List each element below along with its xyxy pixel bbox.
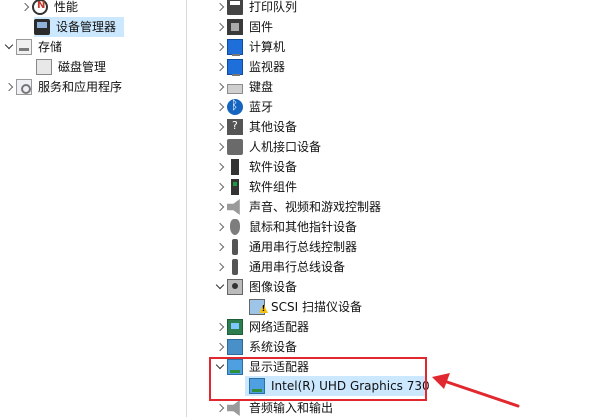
tree-item-bluetooth[interactable]: 蓝牙: [215, 97, 273, 117]
firmware-icon: [227, 19, 243, 35]
tree-item-usb-controllers[interactable]: 通用串行总线控制器: [215, 237, 357, 257]
chevron-right-icon[interactable]: [20, 0, 32, 17]
tree-item-label: 系统设备: [249, 340, 298, 354]
computer-icon: [227, 39, 243, 56]
bluetooth-icon: [227, 98, 243, 115]
tree-item-system-devices[interactable]: 系统设备: [215, 337, 297, 357]
chevron-right-icon[interactable]: [215, 217, 227, 237]
tree-item-label: 键盘: [249, 80, 274, 94]
tree-item-computer[interactable]: 计算机: [215, 37, 285, 57]
tree-item-firmware[interactable]: 固件: [215, 17, 273, 37]
tree-item-label: 声音、视频和游戏控制器: [249, 200, 382, 214]
tree-item-label: 监视器: [249, 60, 286, 74]
usb-controller-icon: [232, 239, 238, 255]
audio-io-icon: [227, 400, 240, 416]
chevron-down-icon[interactable]: [215, 277, 227, 297]
usb-device-icon: [232, 259, 238, 275]
chevron-right-icon[interactable]: [215, 257, 227, 277]
tree-item-services[interactable]: 服务和应用程序: [4, 77, 122, 97]
chevron-right-icon[interactable]: [215, 237, 227, 257]
tree-item-label: 打印队列: [249, 0, 298, 14]
chevron-right-icon[interactable]: [215, 97, 227, 117]
tree-item-imaging-devices[interactable]: 图像设备: [215, 277, 297, 297]
tree-item-label: 人机接口设备: [249, 140, 322, 154]
performance-icon: [32, 0, 48, 15]
tree-item-label: 服务和应用程序: [38, 80, 123, 94]
chevron-right-icon[interactable]: [215, 317, 227, 337]
tree-item-label: 存储: [38, 40, 63, 54]
print-queue-icon: [227, 0, 243, 15]
software-component-icon: [231, 179, 239, 195]
other-devices-icon: [227, 119, 243, 135]
tree-item-label: 磁盘管理: [58, 60, 107, 74]
device-tree-pane: 打印队列 固件 计算机 监视器 键盘 蓝牙 其他设备 人机接口设备 软件设备: [187, 0, 600, 417]
tree-item-scsi-scanner[interactable]: SCSI 扫描仪设备: [249, 297, 362, 317]
tree-item-hid[interactable]: 人机接口设备: [215, 137, 321, 157]
scanner-warning-icon: [249, 299, 265, 315]
tree-item-label: 设备管理器: [56, 20, 117, 34]
tree-item-network-adapters[interactable]: 网络适配器: [215, 317, 309, 337]
tree-item-label: 软件设备: [249, 160, 298, 174]
tree-item-performance[interactable]: 性能: [20, 0, 78, 17]
hid-icon: [227, 139, 243, 155]
tree-item-label: 固件: [249, 20, 274, 34]
chevron-right-icon[interactable]: [215, 57, 227, 77]
chevron-right-icon[interactable]: [215, 157, 227, 177]
tree-item-mice[interactable]: 鼠标和其他指针设备: [215, 217, 357, 237]
chevron-right-icon[interactable]: [4, 77, 16, 97]
storage-icon: [16, 39, 32, 55]
chevron-right-icon[interactable]: [215, 37, 227, 57]
mouse-icon: [230, 219, 240, 235]
tree-item-label: 网络适配器: [249, 320, 310, 334]
monitor-icon: [227, 59, 243, 76]
chevron-down-icon[interactable]: [4, 37, 16, 57]
tree-item-label: 其他设备: [249, 120, 298, 134]
tree-item-label: 计算机: [249, 40, 286, 54]
tree-item-label: 图像设备: [249, 280, 298, 294]
tree-item-label: 性能: [54, 0, 79, 14]
chevron-right-icon[interactable]: [215, 197, 227, 217]
chevron-right-icon[interactable]: [215, 77, 227, 97]
tree-item-disk-management[interactable]: 磁盘管理: [36, 57, 106, 77]
system-device-icon: [227, 339, 243, 355]
tree-item-monitor[interactable]: 监视器: [215, 57, 285, 77]
console-tree-pane: 性能 设备管理器 存储 磁盘管理 服务和应用程序: [0, 0, 186, 417]
tree-item-label: 蓝牙: [249, 100, 274, 114]
services-icon: [16, 79, 32, 95]
tree-item-device-manager[interactable]: 设备管理器: [34, 17, 124, 37]
software-device-icon: [231, 159, 239, 175]
tree-item-usb-devices[interactable]: 通用串行总线设备: [215, 257, 345, 277]
chevron-right-icon[interactable]: [215, 337, 227, 357]
tree-item-other-devices[interactable]: 其他设备: [215, 117, 297, 137]
highlight-box: [209, 357, 427, 401]
network-adapter-icon: [227, 319, 243, 335]
chevron-right-icon[interactable]: [215, 117, 227, 137]
tree-item-software-devices[interactable]: 软件设备: [215, 157, 297, 177]
tree-item-software-components[interactable]: 软件组件: [215, 177, 297, 197]
tree-item-keyboard[interactable]: 键盘: [215, 77, 273, 97]
sound-controller-icon: [227, 199, 240, 215]
tree-item-label: 软件组件: [249, 180, 298, 194]
tree-item-sound-controllers[interactable]: 声音、视频和游戏控制器: [215, 197, 381, 217]
disk-management-icon: [36, 59, 52, 75]
imaging-device-icon: [227, 279, 243, 295]
chevron-right-icon[interactable]: [215, 0, 227, 17]
chevron-right-icon[interactable]: [215, 137, 227, 157]
keyboard-icon: [227, 83, 243, 94]
tree-item-label: 通用串行总线设备: [249, 260, 346, 274]
tree-item-label: 通用串行总线控制器: [249, 240, 358, 254]
tree-item-print-queue[interactable]: 打印队列: [215, 0, 297, 17]
chevron-right-icon[interactable]: [215, 177, 227, 197]
tree-item-storage[interactable]: 存储: [4, 37, 62, 57]
chevron-right-icon[interactable]: [215, 17, 227, 37]
device-manager-icon: [34, 19, 50, 35]
tree-item-label: SCSI 扫描仪设备: [271, 300, 362, 314]
tree-item-label: 鼠标和其他指针设备: [249, 220, 358, 234]
